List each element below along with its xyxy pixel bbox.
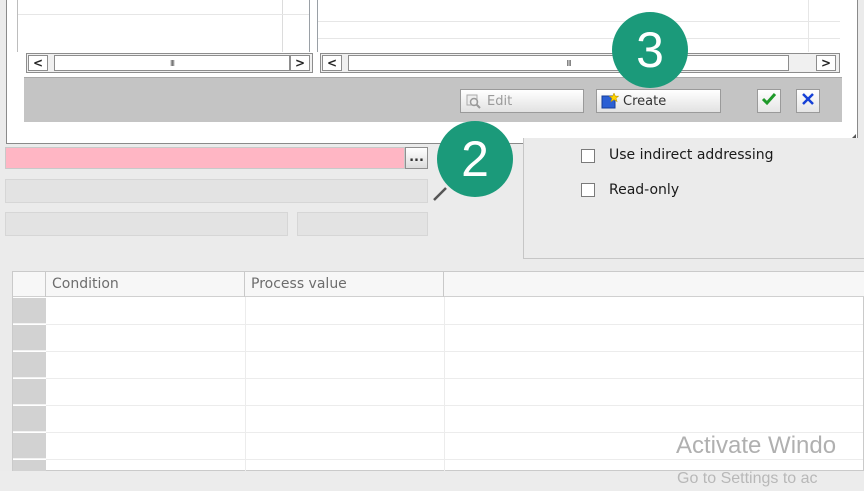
column-header-condition[interactable]: Condition: [46, 272, 245, 297]
confirm-button[interactable]: [757, 89, 781, 113]
table-row[interactable]: [46, 324, 863, 325]
edit-button-label: Edit: [487, 93, 513, 109]
row-header[interactable]: [13, 433, 46, 459]
step-badge-2: 2: [437, 121, 513, 197]
grid-line: [318, 38, 840, 39]
dialog-left-margin: [8, 0, 18, 52]
cancel-button[interactable]: [796, 89, 820, 113]
create-button[interactable]: Create: [596, 89, 721, 113]
tag-list-left-pane[interactable]: [18, 0, 310, 52]
data-type-field: [5, 212, 288, 236]
row-header[interactable]: [13, 352, 46, 378]
left-horizontal-scrollbar[interactable]: < III >: [26, 53, 313, 73]
grip-icon: III: [566, 58, 571, 68]
grip-icon: III: [169, 58, 175, 68]
right-horizontal-scrollbar[interactable]: < III >: [320, 53, 840, 73]
close-icon: [801, 92, 815, 110]
create-button-label: Create: [623, 93, 667, 109]
create-new-icon: [601, 93, 619, 109]
browse-button[interactable]: ...: [405, 147, 428, 169]
length-field: [297, 212, 428, 236]
column-header-process-value[interactable]: Process value: [245, 272, 444, 297]
chevron-left-icon: <: [326, 56, 338, 70]
read-only-label: Read-only: [609, 182, 680, 198]
ellipsis-icon: ...: [409, 150, 424, 165]
grid-line: [282, 0, 283, 52]
table-row[interactable]: [46, 405, 863, 406]
row-header-corner: [13, 272, 46, 297]
chevron-right-icon: >: [294, 56, 306, 70]
row-header[interactable]: [13, 379, 46, 405]
scroll-right-button[interactable]: >: [816, 55, 836, 71]
scroll-thumb[interactable]: III: [54, 55, 290, 71]
row-header[interactable]: [13, 406, 46, 432]
grid-line: [318, 21, 840, 22]
tag-list-right-pane[interactable]: [317, 0, 840, 52]
address-field: [5, 179, 428, 203]
step-badge-3: 3: [612, 12, 688, 88]
chevron-left-icon: <: [32, 56, 44, 70]
table-row[interactable]: [46, 378, 863, 379]
table-row[interactable]: [46, 351, 863, 352]
use-indirect-addressing-checkbox[interactable]: [581, 149, 595, 163]
use-indirect-addressing-label: Use indirect addressing: [609, 147, 774, 163]
edit-magnifier-icon: [465, 93, 483, 109]
table-header: Condition Process value: [13, 272, 864, 297]
scroll-thumb[interactable]: III: [348, 55, 789, 71]
scroll-left-button[interactable]: <: [322, 55, 342, 71]
scroll-right-button[interactable]: >: [290, 55, 310, 71]
read-only-checkbox[interactable]: [581, 183, 595, 197]
grid-line: [18, 14, 309, 15]
tag-name-field[interactable]: [5, 147, 405, 169]
activation-watermark-title: Activate Windo: [676, 432, 837, 459]
scroll-left-button[interactable]: <: [28, 55, 48, 71]
edit-button[interactable]: Edit: [460, 89, 584, 113]
chevron-right-icon: >: [820, 56, 832, 70]
row-header[interactable]: [13, 298, 46, 324]
grid-line: [808, 0, 809, 52]
row-header[interactable]: [13, 325, 46, 351]
checkmark-icon: [761, 92, 777, 110]
activation-watermark-subtitle: Go to Settings to ac: [677, 470, 818, 487]
